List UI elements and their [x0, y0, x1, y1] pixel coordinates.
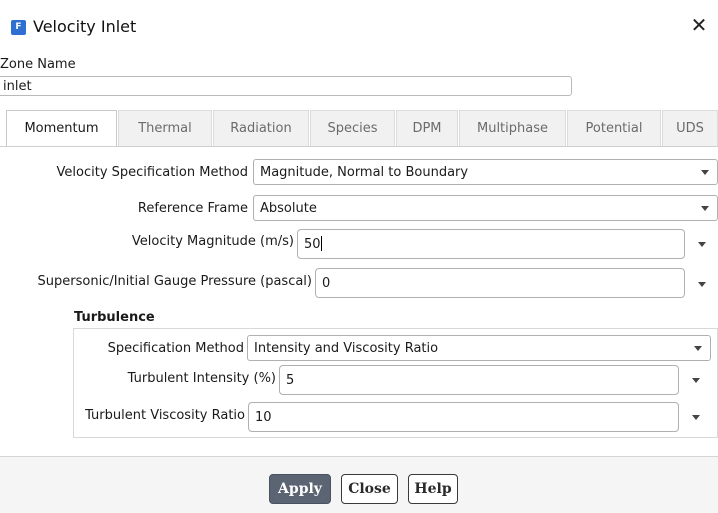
tab-bar: Momentum Thermal Radiation Species DPM M…: [6, 110, 718, 147]
tab-multiphase[interactable]: Multiphase: [459, 110, 566, 146]
reference-frame-label: Reference Frame: [137, 201, 248, 216]
close-button[interactable]: Close: [341, 474, 398, 504]
gauge-pressure-label: Supersonic/Initial Gauge Pressure (pasca…: [37, 274, 312, 289]
turbulent-intensity-value: 5: [286, 373, 295, 388]
velocity-magnitude-value: 50: [304, 237, 321, 252]
app-icon: F: [11, 20, 26, 35]
velocity-method-label: Velocity Specification Method: [56, 165, 248, 180]
dialog-title: Velocity Inlet: [33, 17, 137, 36]
gauge-pressure-input[interactable]: 0: [315, 268, 685, 298]
chevron-down-icon: [701, 206, 709, 211]
tab-radiation[interactable]: Radiation: [213, 110, 309, 146]
turbulence-spec-select[interactable]: Intensity and Viscosity Ratio: [247, 335, 711, 361]
tab-dpm[interactable]: DPM: [396, 110, 458, 146]
reference-frame-value: Absolute: [260, 201, 317, 216]
reference-frame-select[interactable]: Absolute: [253, 195, 718, 221]
chevron-down-icon[interactable]: [698, 242, 706, 247]
chevron-down-icon[interactable]: [692, 415, 700, 420]
chevron-down-icon[interactable]: [692, 378, 700, 383]
chevron-down-icon[interactable]: [698, 282, 706, 287]
velocity-magnitude-label: Velocity Magnitude (m/s): [131, 234, 294, 249]
text-cursor: [320, 236, 322, 251]
velocity-method-value: Magnitude, Normal to Boundary: [260, 165, 469, 180]
help-button[interactable]: Help: [408, 474, 458, 504]
chevron-down-icon: [701, 170, 709, 175]
velocity-method-select[interactable]: Magnitude, Normal to Boundary: [253, 159, 718, 185]
tab-species[interactable]: Species: [310, 110, 395, 146]
turbulence-spec-label: Specification Method: [107, 341, 244, 356]
tab-potential[interactable]: Potential: [567, 110, 661, 146]
tab-uds[interactable]: UDS: [662, 110, 718, 146]
velocity-magnitude-input[interactable]: 50: [297, 229, 685, 259]
tab-divider: [0, 146, 718, 147]
tab-momentum[interactable]: Momentum: [6, 110, 117, 147]
turbulent-intensity-input[interactable]: 5: [279, 365, 679, 395]
gauge-pressure-value: 0: [322, 276, 331, 291]
close-icon[interactable]: ✕: [688, 14, 710, 36]
turbulent-viscosity-ratio-value: 10: [255, 410, 272, 425]
zone-name-label: Zone Name: [0, 57, 76, 72]
turbulent-viscosity-ratio-label: Turbulent Viscosity Ratio: [85, 408, 245, 423]
turbulence-heading: Turbulence: [74, 310, 155, 325]
chevron-down-icon: [694, 346, 702, 351]
turbulent-intensity-label: Turbulent Intensity (%): [127, 371, 276, 386]
zone-name-field[interactable]: inlet: [0, 76, 572, 96]
turbulent-viscosity-ratio-input[interactable]: 10: [248, 402, 679, 432]
tab-thermal[interactable]: Thermal: [118, 110, 212, 146]
turbulence-spec-value: Intensity and Viscosity Ratio: [254, 341, 439, 356]
apply-button[interactable]: Apply: [269, 474, 331, 504]
